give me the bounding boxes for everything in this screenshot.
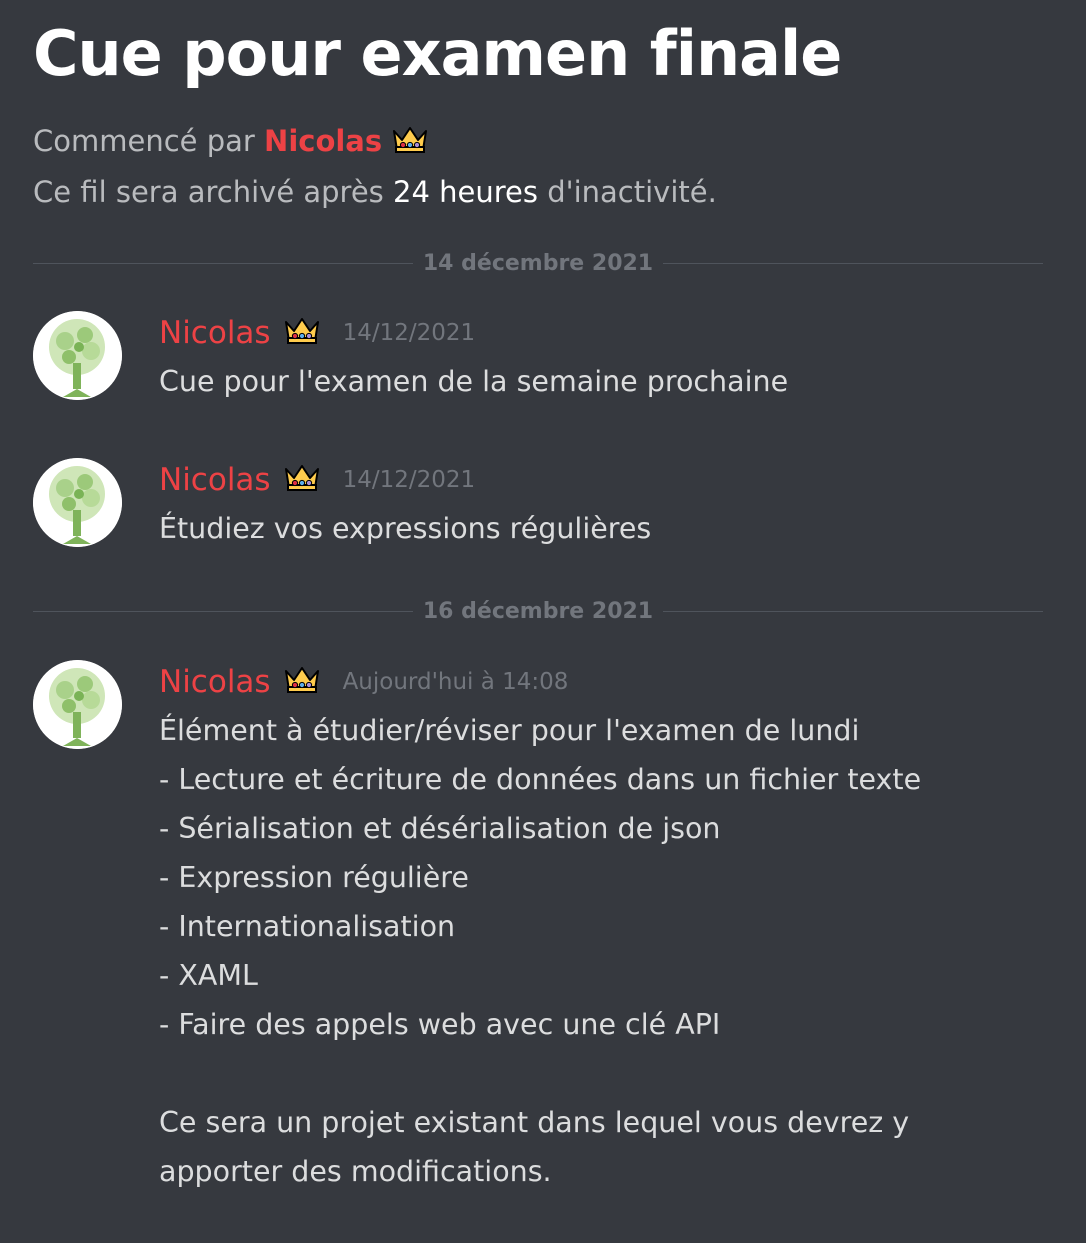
crown-icon: [391, 125, 429, 155]
avatar[interactable]: [33, 311, 122, 400]
crown-icon: [283, 463, 321, 493]
archive-duration: 24 heures: [393, 175, 538, 209]
divider-line: [663, 262, 1043, 264]
date-divider: 14 décembre 2021: [33, 250, 1043, 276]
date-divider: 16 décembre 2021: [33, 598, 1043, 624]
message-header: Nicolas 14/12/2021: [159, 311, 475, 355]
crown-icon: [283, 316, 321, 346]
message-line: Étudiez vos expressions régulières: [159, 512, 652, 545]
tree-avatar-icon: [33, 458, 122, 547]
message-line: - Internationalisation: [159, 910, 456, 943]
avatar[interactable]: [33, 458, 122, 547]
avatar[interactable]: [33, 660, 122, 749]
archive-suffix: d'inactivité.: [547, 175, 717, 209]
message: Nicolas Aujourd'hui à 14:08 Élément à ét…: [33, 660, 1066, 1200]
thread-archive-notice: Ce fil sera archivé après 24 heures d'in…: [33, 167, 717, 218]
divider-line: [33, 610, 413, 612]
message-content: Étudiez vos expressions régulières: [159, 504, 1066, 553]
message-line: apporter des modifications.: [159, 1155, 552, 1188]
message-timestamp[interactable]: Aujourd'hui à 14:08: [343, 669, 569, 695]
message-line: - Expression régulière: [159, 861, 469, 894]
message-timestamp[interactable]: 14/12/2021: [343, 320, 476, 346]
message-header: Nicolas 14/12/2021: [159, 458, 475, 502]
thread-title: Cue pour examen finale: [33, 17, 842, 90]
message-line: Ce sera un projet existant dans lequel v…: [159, 1106, 910, 1139]
message-line: Cue pour l'examen de la semaine prochain…: [159, 365, 789, 398]
message-header: Nicolas Aujourd'hui à 14:08: [159, 660, 568, 704]
tree-avatar-icon: [33, 311, 122, 400]
divider-date: 16 décembre 2021: [422, 598, 654, 624]
crown-icon: [283, 665, 321, 695]
message-line: - Sérialisation et désérialisation de js…: [159, 812, 721, 845]
message-line: - Lecture et écriture de données dans un…: [159, 763, 922, 796]
message-content: Élément à étudier/réviser pour l'examen …: [159, 706, 1066, 1196]
message-timestamp[interactable]: 14/12/2021: [343, 467, 476, 493]
message: Nicolas 14/12/2021 Cue pour l'examen de …: [33, 311, 1066, 401]
archive-prefix: Ce fil sera archivé après: [33, 175, 384, 209]
message-author[interactable]: Nicolas: [159, 664, 271, 700]
tree-avatar-icon: [33, 660, 122, 749]
divider-date: 14 décembre 2021: [422, 250, 654, 276]
message-line: Élément à étudier/réviser pour l'examen …: [159, 714, 860, 747]
message-author[interactable]: Nicolas: [159, 315, 271, 351]
message-line: - Faire des appels web avec une clé API: [159, 1008, 721, 1041]
thread-info: Commencé par Nicolas Ce fil sera archivé…: [33, 116, 717, 218]
thread-author-name[interactable]: Nicolas: [264, 124, 382, 158]
message-content: Cue pour l'examen de la semaine prochain…: [159, 357, 1066, 406]
thread-started-by: Commencé par Nicolas: [33, 116, 717, 167]
message-line: - XAML: [159, 959, 258, 992]
divider-line: [663, 610, 1043, 612]
divider-line: [33, 262, 413, 264]
started-by-label: Commencé par: [33, 124, 255, 158]
message: Nicolas 14/12/2021 Étudiez vos expressio…: [33, 458, 1066, 548]
message-author[interactable]: Nicolas: [159, 462, 271, 498]
